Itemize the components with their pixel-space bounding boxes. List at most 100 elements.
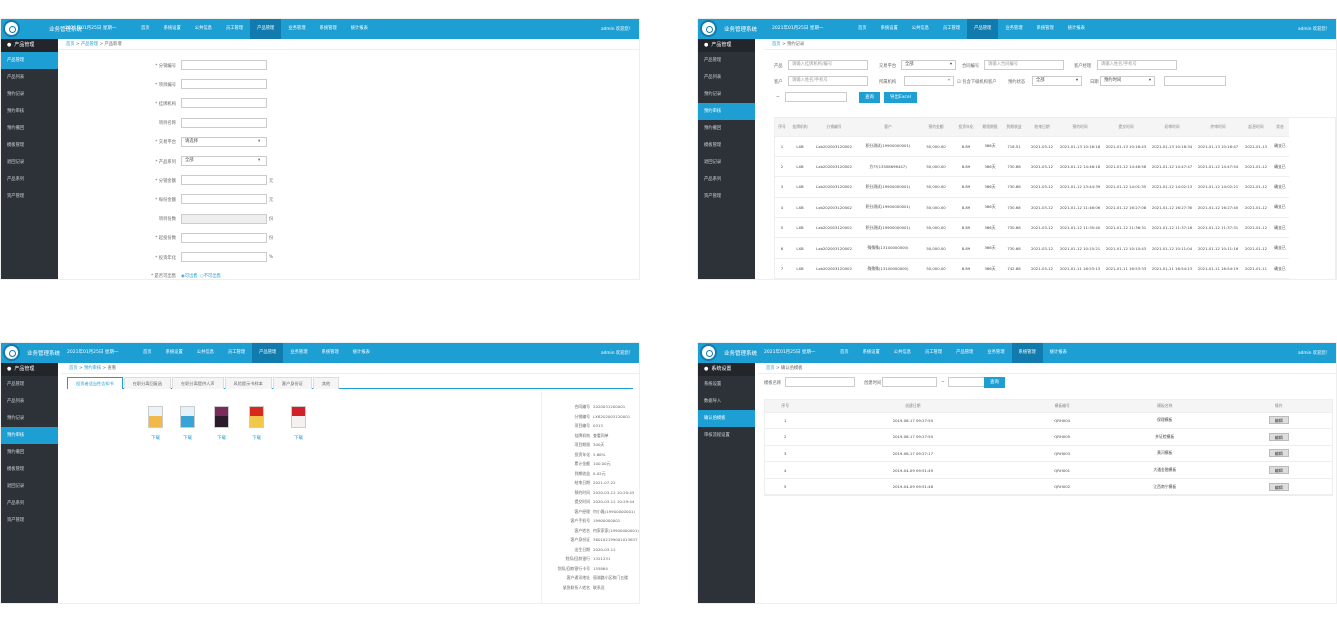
user-welcome[interactable]: admin 欢迎您！ (601, 26, 633, 32)
user-welcome[interactable]: admin 欢迎您！ (1298, 350, 1330, 356)
nav-tab-7[interactable]: 统计报表 (344, 19, 375, 39)
sidebar-item-3[interactable]: 预约审核 (1, 427, 58, 444)
download-link[interactable]: 下载 (183, 435, 192, 441)
nav-tab-7[interactable]: 统计报表 (1061, 19, 1092, 39)
table-row[interactable]: 3 2019-06-17 09:27:17 QRH003 黄河模板 编辑 (765, 445, 1332, 463)
doc-tab-3[interactable]: 风险提示书样本 (224, 377, 272, 389)
field-input-5[interactable]: 全部 (181, 156, 267, 166)
user-welcome[interactable]: admin 欢迎您！ (601, 350, 633, 356)
edit-button[interactable]: 编辑 (1268, 432, 1289, 441)
nav-tab-6[interactable]: 系统管理 (1030, 19, 1061, 39)
download-link[interactable]: 下载 (252, 435, 261, 441)
download-link[interactable]: 下载 (217, 435, 226, 441)
field-input-2[interactable] (181, 98, 267, 109)
field-input-9[interactable] (181, 232, 267, 243)
nav-tab-2[interactable]: 公共信息 (887, 343, 918, 363)
sidebar-item-0[interactable]: 系统设置 (698, 376, 755, 393)
sidebar-item-7[interactable]: 产品系列 (1, 495, 58, 512)
nav-tab-5[interactable]: 业务管理 (998, 19, 1029, 39)
nav-tab-5[interactable]: 业务管理 (281, 19, 312, 39)
sidebar-item-5[interactable]: 模板管理 (698, 137, 755, 154)
sidebar-item-6[interactable]: 退回记录 (1, 154, 58, 171)
nav-tab-3[interactable]: 员工管理 (219, 19, 250, 39)
table-row[interactable]: 6 LXB Lxb202003120002 殊殊殊(13100000000) 50,00… (775, 237, 1289, 259)
status-select[interactable]: 全部 ▾ (1032, 76, 1082, 86)
query-button[interactable]: 查询 (984, 377, 1005, 388)
sidebar-item-0[interactable]: 产品管理 (698, 52, 755, 69)
nav-tab-1[interactable]: 系统设置 (159, 343, 190, 363)
table-row[interactable]: 3 LXB Lxb202003120002 积分测试(19900000001) 50,0… (775, 176, 1289, 198)
nav-tab-7[interactable]: 统计报表 (1043, 343, 1074, 363)
nav-tab-3[interactable]: 员工管理 (918, 343, 949, 363)
table-row[interactable]: 7 LXB Lxb202003120002 殊殊殊(13100000000) 50,00… (775, 258, 1289, 279)
sidebar-item-2[interactable]: 预约记录 (1, 410, 58, 427)
nav-tab-2[interactable]: 公共信息 (905, 19, 936, 39)
sidebar-item-0[interactable]: 产品管理 (1, 52, 58, 69)
nav-tab-4[interactable]: 产品管理 (967, 19, 999, 39)
edit-button[interactable]: 编辑 (1268, 466, 1289, 475)
sale-option-0[interactable]: ◉可出售 (181, 273, 198, 279)
sidebar-item-8[interactable]: 资产管理 (1, 512, 58, 529)
table-row[interactable]: 2 2019-06-17 09:27:50 QRH005 并证检模板 编辑 (765, 428, 1332, 446)
date-end-input[interactable] (785, 92, 847, 102)
product-filter-input[interactable]: 请输入挂牌机构/编号 (788, 60, 868, 70)
sidebar-item-3[interactable]: 预约审核 (698, 103, 755, 120)
contract-input[interactable]: 请输入合同编号 (984, 60, 1064, 70)
query-button[interactable]: 查询 (859, 92, 880, 103)
create-time-start[interactable] (882, 377, 937, 387)
nav-tab-2[interactable]: 公共信息 (190, 343, 221, 363)
sidebar-item-3[interactable]: 审核流程设置 (698, 427, 755, 444)
doc-tab-0[interactable]: 投资者适当性告知书 (67, 377, 123, 389)
nav-tab-6[interactable]: 系统管理 (1011, 343, 1043, 363)
sidebar-item-7[interactable]: 产品系列 (698, 171, 755, 188)
field-input-3[interactable] (181, 117, 267, 128)
sidebar-item-2[interactable]: 预约记录 (1, 86, 58, 103)
sidebar-item-8[interactable]: 资产管理 (698, 188, 755, 205)
nav-tab-4[interactable]: 产品管理 (250, 19, 282, 39)
nav-tab-5[interactable]: 业务管理 (980, 343, 1011, 363)
table-row[interactable]: 5 2019-04-09 09:51:46 QRH002 江西南宁模板 编辑 (765, 478, 1332, 496)
sidebar-item-2[interactable]: 确认函模板 (698, 410, 755, 427)
table-row[interactable]: 5 LXB Lxb202003120002 积分测试(19900000001) 50,0… (775, 217, 1289, 239)
nav-tab-1[interactable]: 系统设置 (157, 19, 188, 39)
sidebar-item-4[interactable]: 预约撤回 (698, 120, 755, 137)
download-link[interactable]: 下载 (294, 435, 303, 441)
date-type-select[interactable]: 预约时间 ▾ (1100, 76, 1155, 86)
nav-tab-3[interactable]: 员工管理 (221, 343, 252, 363)
nav-tab-0[interactable]: 首页 (136, 343, 159, 363)
sidebar-item-5[interactable]: 模板管理 (1, 461, 58, 478)
document-thumbnail[interactable] (214, 406, 229, 428)
sidebar-item-1[interactable]: 数据导入 (698, 393, 755, 410)
user-welcome[interactable]: admin 欢迎您！ (1298, 26, 1330, 32)
doc-tab-2[interactable]: 在职分离提供人声 (172, 377, 224, 389)
document-thumbnail[interactable] (249, 406, 264, 428)
field-input-0[interactable] (181, 60, 267, 70)
sidebar-item-8[interactable]: 资产管理 (1, 188, 58, 205)
nav-tab-0[interactable]: 首页 (833, 343, 856, 363)
document-thumbnail[interactable] (180, 406, 195, 428)
sidebar-item-4[interactable]: 预约撤回 (1, 120, 58, 137)
nav-tab-7[interactable]: 统计报表 (346, 343, 377, 363)
field-input-6[interactable] (181, 175, 267, 186)
nav-tab-2[interactable]: 公共信息 (188, 19, 219, 39)
customer-input[interactable]: 请输入姓名/手机号 (788, 76, 868, 86)
field-input-1[interactable] (181, 79, 267, 90)
sidebar-item-3[interactable]: 预约审核 (1, 103, 58, 120)
table-row[interactable]: 4 2019-04-09 09:51:49 QRH001 大通金融模板 编辑 (765, 461, 1332, 479)
sidebar-item-0[interactable]: 产品管理 (1, 376, 58, 393)
document-thumbnail[interactable] (148, 406, 163, 428)
table-row[interactable]: 2 LXB Lxb202003120002 方??(13508696447) 50,00… (775, 156, 1289, 178)
sale-option-1[interactable]: ○不可出售 (200, 273, 221, 279)
sidebar-item-6[interactable]: 退回记录 (698, 154, 755, 171)
field-input-4[interactable]: 请选择 (181, 136, 267, 147)
nav-tab-1[interactable]: 系统设置 (874, 19, 905, 39)
nav-tab-6[interactable]: 系统管理 (315, 343, 346, 363)
nav-tab-6[interactable]: 系统管理 (313, 19, 344, 39)
sidebar-item-5[interactable]: 模板管理 (1, 137, 58, 154)
sidebar-item-7[interactable]: 产品系列 (1, 171, 58, 188)
doc-tab-5[interactable]: 其他 (312, 377, 340, 389)
table-row[interactable]: 1 LXB Lxb202003120002 积分测试(19900000001) 50,0… (775, 136, 1289, 157)
document-thumbnail[interactable] (291, 406, 306, 428)
sidebar-item-1[interactable]: 产品列表 (1, 393, 58, 410)
edit-button[interactable]: 编辑 (1268, 416, 1289, 425)
